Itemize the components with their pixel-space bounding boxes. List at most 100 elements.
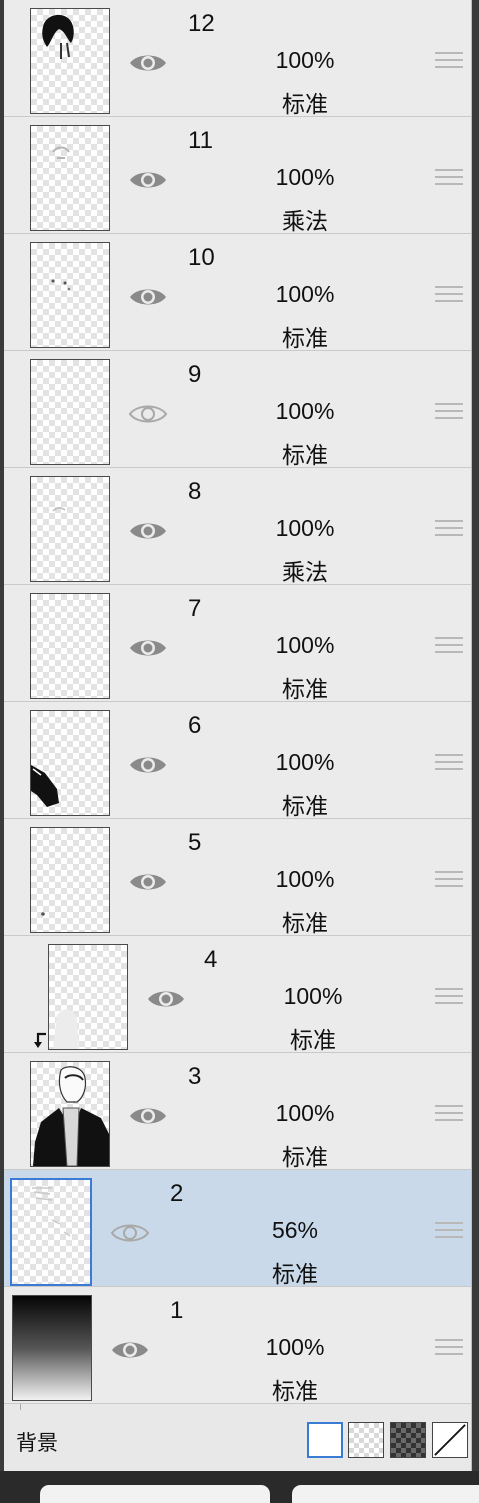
layer-blend-mode: 标准 — [282, 1144, 328, 1170]
eye-hidden-icon[interactable] — [128, 401, 168, 427]
layer-number: 4 — [204, 946, 218, 973]
faint-sketch-image — [52, 146, 70, 159]
eye-icon[interactable] — [128, 1103, 168, 1129]
eye-icon[interactable] — [128, 518, 168, 544]
eye-icon[interactable] — [128, 752, 168, 778]
clipping-arrow-icon — [34, 1032, 46, 1048]
layer-opacity: 100% — [283, 983, 343, 1009]
drag-handle-icon[interactable] — [435, 1222, 463, 1242]
layer-opacity: 100% — [275, 281, 335, 307]
layer-thumbnail[interactable] — [30, 8, 110, 114]
drag-handle-icon[interactable] — [435, 169, 463, 189]
layer-thumbnail[interactable] — [30, 125, 110, 231]
layer-row[interactable]: 5 100% 标准 — [4, 819, 471, 936]
layer-opacity: 100% — [275, 749, 335, 775]
hair-sketch-image — [42, 14, 74, 59]
layer-thumbnail[interactable] — [30, 710, 110, 816]
layer-opacity: 100% — [275, 515, 335, 541]
layer-opacity: 100% — [265, 1334, 325, 1360]
layer-thumbnail[interactable] — [10, 1178, 92, 1286]
layer-row-selected[interactable]: 2 56% 标准 — [4, 1170, 471, 1287]
layer-thumbnail[interactable] — [12, 1295, 92, 1401]
layer-number: 12 — [188, 10, 215, 37]
background-light-checker-swatch[interactable] — [348, 1422, 384, 1458]
drag-handle-icon[interactable] — [435, 988, 463, 1008]
layer-thumbnail[interactable] — [30, 359, 110, 465]
eye-hidden-icon[interactable] — [110, 1220, 150, 1246]
layer-row[interactable]: 12 100% 标准 — [4, 0, 471, 117]
layer-opacity: 100% — [275, 398, 335, 424]
layer-number: 7 — [188, 595, 202, 622]
layer-number: 2 — [170, 1180, 184, 1207]
figure-sketch-image — [33, 1066, 109, 1166]
background-white-swatch[interactable] — [307, 1422, 343, 1458]
drag-handle-icon[interactable] — [435, 403, 463, 423]
layer-row[interactable]: 9 100% 标准 — [4, 351, 471, 468]
dots-sketch-image — [51, 279, 71, 291]
drag-handle-icon[interactable] — [435, 286, 463, 306]
layer-row[interactable]: 10 100% 标准 — [4, 234, 471, 351]
layer-opacity: 100% — [275, 632, 335, 658]
layer-blend-mode: 标准 — [282, 793, 328, 819]
layer-blend-mode: 标准 — [272, 1378, 318, 1404]
layer-blend-mode: 乘法 — [282, 559, 328, 585]
layer-opacity: 100% — [275, 47, 335, 73]
background-dark-checker-swatch[interactable] — [390, 1422, 426, 1458]
layer-number: 9 — [188, 361, 202, 388]
layer-number: 3 — [188, 1063, 202, 1090]
layer-thumbnail[interactable] — [30, 593, 110, 699]
eye-icon[interactable] — [128, 284, 168, 310]
layer-number: 8 — [188, 478, 202, 505]
eye-icon[interactable] — [146, 986, 186, 1012]
layer-blend-mode: 标准 — [282, 910, 328, 936]
drag-handle-icon[interactable] — [435, 1105, 463, 1125]
layer-opacity: 100% — [275, 866, 335, 892]
drag-handle-icon[interactable] — [435, 52, 463, 72]
drag-handle-icon[interactable] — [435, 871, 463, 891]
drag-handle-icon[interactable] — [435, 520, 463, 540]
layer-number: 6 — [188, 712, 202, 739]
layer-number: 11 — [188, 127, 213, 154]
bottom-widget — [40, 1485, 270, 1503]
layer-blend-mode: 标准 — [282, 91, 328, 117]
bottom-widget — [292, 1485, 479, 1503]
eye-icon[interactable] — [128, 869, 168, 895]
layer-thumbnail[interactable] — [30, 242, 110, 348]
layer-blend-mode: 标准 — [290, 1027, 336, 1053]
eye-icon[interactable] — [128, 50, 168, 76]
sleeve-sketch-image — [31, 765, 59, 807]
eye-icon[interactable] — [128, 635, 168, 661]
eye-icon[interactable] — [110, 1337, 150, 1363]
layer-blend-mode: 乘法 — [282, 208, 328, 234]
layer-row[interactable]: 7 100% 标准 — [4, 585, 471, 702]
eye-icon[interactable] — [128, 167, 168, 193]
layer-row[interactable]: 11 100% 乘法 — [4, 117, 471, 234]
layer-opacity: 100% — [275, 1100, 335, 1126]
faint-sketch-image — [52, 507, 66, 512]
layer-thumbnail[interactable] — [30, 476, 110, 582]
layer-thumbnail[interactable] — [30, 1061, 110, 1167]
layer-row[interactable]: 4 100% 标准 — [4, 936, 471, 1053]
layer-blend-mode: 标准 — [282, 325, 328, 351]
layer-row[interactable]: 3 100% 标准 — [4, 1053, 471, 1170]
drag-handle-icon[interactable] — [435, 754, 463, 774]
layer-thumbnail[interactable] — [30, 827, 110, 933]
layer-blend-mode: 标准 — [282, 676, 328, 702]
layers-panel: 12 100% 标准 11 100% 乘法 10 100% 标准 9 100% … — [4, 0, 472, 1471]
drag-handle-icon[interactable] — [435, 637, 463, 657]
clip-sketch-image — [53, 1009, 79, 1049]
drag-handle-icon[interactable] — [435, 1339, 463, 1359]
layer-thumbnail[interactable] — [48, 944, 128, 1050]
background-label: 背景 — [16, 1432, 58, 1455]
layer-number: 1 — [170, 1297, 184, 1324]
layer-blend-mode: 标准 — [272, 1261, 318, 1287]
layer-blend-mode: 标准 — [282, 442, 328, 468]
layer-row[interactable]: 8 100% 乘法 — [4, 468, 471, 585]
layer-row[interactable]: 1 100% 标准 — [4, 1287, 471, 1404]
layer-row[interactable]: 6 100% 标准 — [4, 702, 471, 819]
layer-number: 5 — [188, 829, 202, 856]
layer-opacity: 100% — [275, 164, 335, 190]
dot-sketch-image — [41, 912, 45, 916]
background-transparent-swatch[interactable] — [432, 1422, 468, 1458]
bottom-area — [0, 1471, 479, 1503]
